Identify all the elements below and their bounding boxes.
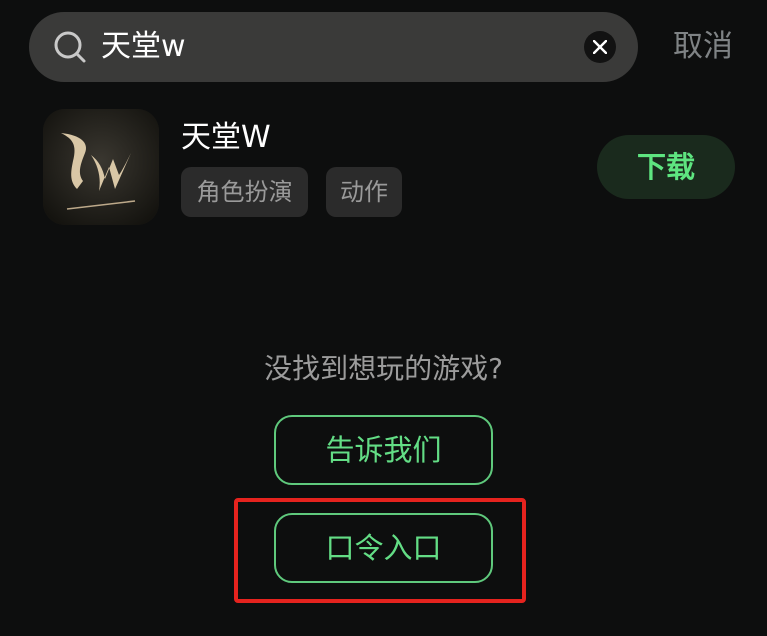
not-found-prompt: 没找到想玩的游戏? (264, 352, 503, 385)
search-input[interactable]: 天堂w (101, 12, 186, 82)
tag-action: 动作 (326, 167, 402, 217)
code-entry-button[interactable]: 口令入口 (274, 513, 493, 583)
cancel-button[interactable]: 取消 (673, 12, 733, 82)
clear-search-button[interactable] (584, 31, 616, 63)
download-button[interactable]: 下载 (597, 135, 735, 199)
close-icon (593, 40, 607, 54)
search-icon (53, 30, 87, 64)
tell-us-button[interactable]: 告诉我们 (274, 415, 493, 485)
search-bar[interactable]: 天堂w (29, 12, 638, 82)
game-title[interactable]: 天堂W (181, 116, 271, 160)
game-icon[interactable] (43, 109, 159, 225)
tag-role-playing: 角色扮演 (181, 167, 308, 217)
